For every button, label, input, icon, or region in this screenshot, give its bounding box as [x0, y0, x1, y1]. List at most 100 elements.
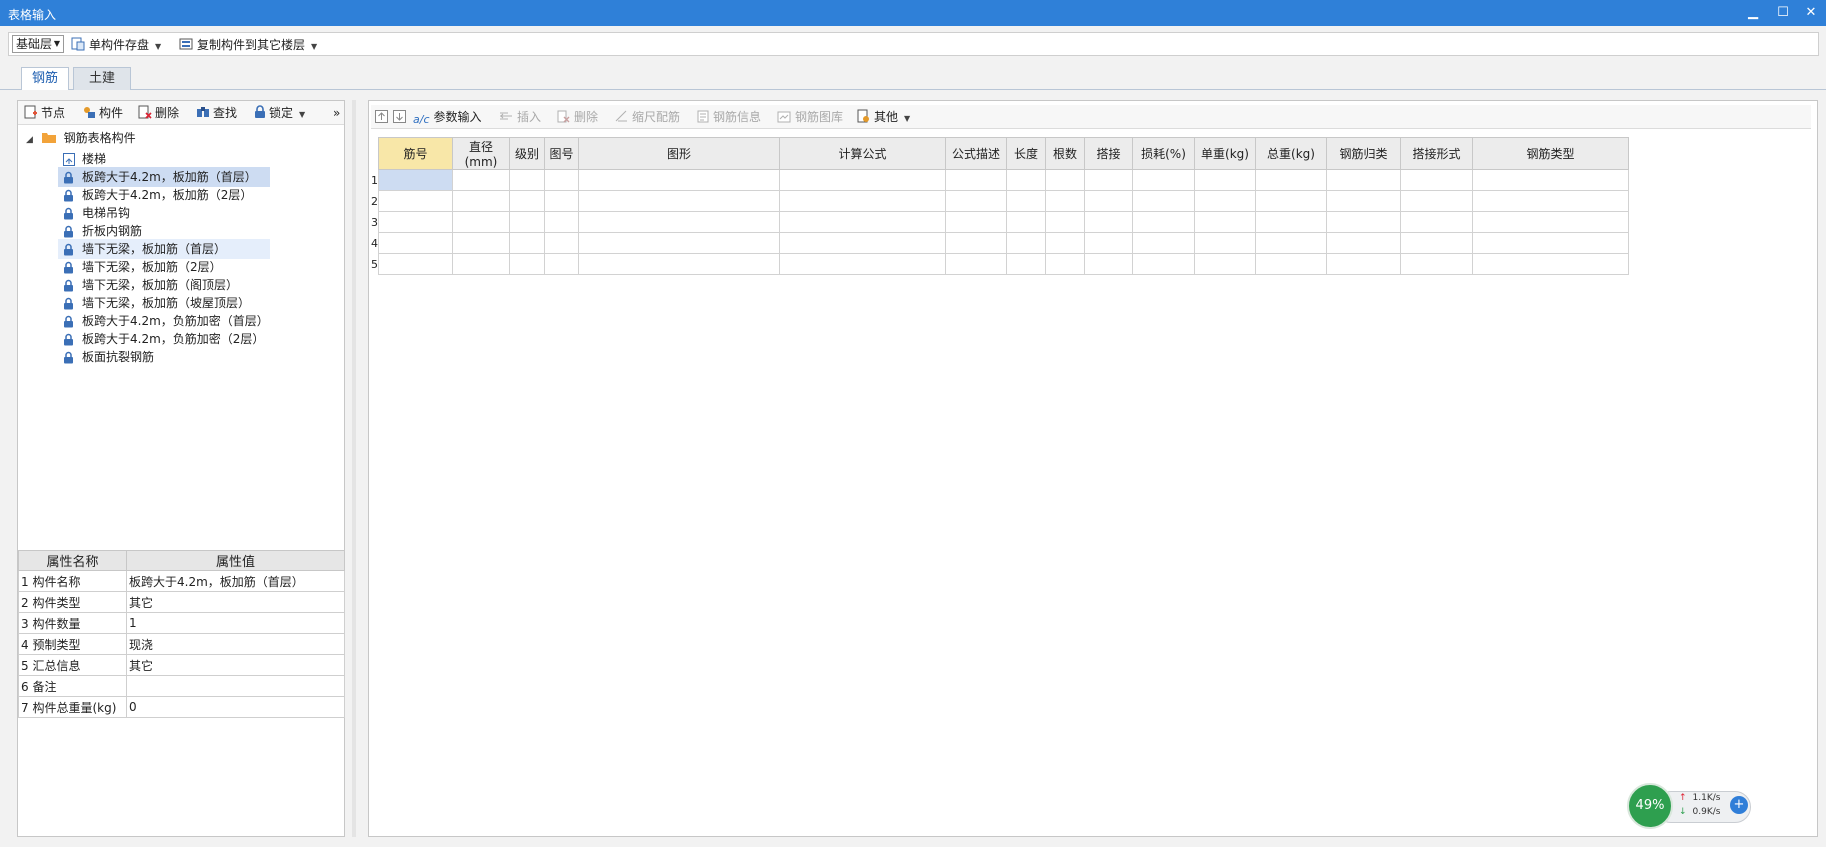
- tree-item[interactable]: 墙下无梁，板加筋（首层）: [58, 239, 270, 259]
- delete-button[interactable]: 删除: [138, 104, 179, 122]
- table-cell[interactable]: [945, 169, 1007, 191]
- rebar-library-button[interactable]: 钢筋图库: [777, 108, 843, 126]
- tree-item[interactable]: 电梯吊钩: [58, 203, 270, 223]
- table-cell[interactable]: [544, 211, 579, 233]
- table-row[interactable]: 4: [371, 232, 1629, 254]
- property-value[interactable]: [126, 675, 345, 697]
- col-header[interactable]: 单重(kg): [1194, 137, 1256, 170]
- table-cell[interactable]: [1472, 253, 1629, 275]
- table-cell[interactable]: [378, 253, 453, 275]
- tree-item[interactable]: 墙下无梁，板加筋（坡屋顶层）: [58, 293, 270, 313]
- more-button[interactable]: »: [333, 104, 340, 122]
- component-button[interactable]: 构件: [82, 104, 123, 122]
- dropdown-arrow-icon[interactable]: ▼: [904, 114, 910, 123]
- table-cell[interactable]: [1132, 253, 1195, 275]
- tab-civil[interactable]: 土建: [73, 67, 131, 90]
- minimize-button[interactable]: ▁: [1743, 4, 1763, 22]
- floor-select[interactable]: 基础层 ▼: [12, 35, 64, 53]
- tree-item[interactable]: 墙下无梁，板加筋（2层）: [58, 257, 270, 277]
- table-cell[interactable]: [578, 253, 780, 275]
- table-cell[interactable]: [509, 253, 545, 275]
- property-row[interactable]: 7 构件总重量(kg) 0: [18, 696, 345, 718]
- col-header[interactable]: 搭接形式: [1400, 137, 1473, 170]
- table-cell[interactable]: [1045, 232, 1085, 254]
- maximize-button[interactable]: ☐: [1773, 4, 1793, 22]
- table-cell[interactable]: [544, 232, 579, 254]
- col-header[interactable]: 根数: [1045, 137, 1085, 170]
- table-cell[interactable]: [1194, 169, 1256, 191]
- table-cell[interactable]: [1400, 169, 1473, 191]
- col-header[interactable]: 图形: [578, 137, 780, 170]
- col-header[interactable]: 计算公式: [779, 137, 946, 170]
- table-cell[interactable]: [945, 232, 1007, 254]
- table-cell[interactable]: [1084, 169, 1133, 191]
- table-cell[interactable]: [378, 211, 453, 233]
- col-header[interactable]: 长度: [1006, 137, 1046, 170]
- table-cell[interactable]: [452, 253, 510, 275]
- table-cell[interactable]: [1472, 169, 1629, 191]
- network-monitor-widget[interactable]: ↑ 1.1K/s ↓ 0.9K/s 49% +: [1627, 783, 1751, 829]
- table-cell[interactable]: [1255, 232, 1327, 254]
- insert-button[interactable]: 插入: [499, 108, 541, 126]
- tree-item[interactable]: 板跨大于4.2m，负筋加密（首层）: [58, 311, 270, 331]
- property-value[interactable]: 1: [126, 612, 345, 634]
- move-up-button[interactable]: [375, 108, 392, 126]
- table-cell[interactable]: [1255, 169, 1327, 191]
- table-cell[interactable]: [1472, 232, 1629, 254]
- table-cell[interactable]: [1400, 232, 1473, 254]
- tree-item[interactable]: 折板内钢筋: [58, 221, 270, 241]
- tree-item-stairs[interactable]: 楼梯: [58, 149, 270, 169]
- table-cell[interactable]: [1045, 211, 1085, 233]
- close-button[interactable]: ✕: [1801, 4, 1821, 22]
- memory-usage-ball[interactable]: 49%: [1627, 783, 1673, 829]
- table-cell[interactable]: [779, 190, 946, 212]
- lock-button[interactable]: 锁定 ▼: [254, 104, 305, 122]
- table-cell[interactable]: [1194, 253, 1256, 275]
- tree-item[interactable]: 板面抗裂钢筋: [58, 347, 270, 367]
- property-row[interactable]: 6 备注: [18, 675, 345, 697]
- table-cell[interactable]: [1326, 169, 1401, 191]
- table-cell[interactable]: [378, 232, 453, 254]
- table-cell[interactable]: [1132, 190, 1195, 212]
- table-cell[interactable]: [779, 169, 946, 191]
- property-row[interactable]: 4 预制类型 现浇: [18, 633, 345, 655]
- table-row[interactable]: 2: [371, 190, 1629, 212]
- table-cell[interactable]: [378, 190, 453, 212]
- table-cell[interactable]: [544, 190, 579, 212]
- table-cell[interactable]: [1132, 169, 1195, 191]
- property-row[interactable]: 5 汇总信息 其它: [18, 654, 345, 676]
- table-cell[interactable]: [1255, 190, 1327, 212]
- table-cell[interactable]: [1472, 211, 1629, 233]
- table-cell[interactable]: [578, 169, 780, 191]
- table-cell[interactable]: [1045, 169, 1085, 191]
- table-cell[interactable]: [1326, 232, 1401, 254]
- col-header[interactable]: 总重(kg): [1255, 137, 1327, 170]
- tree-item[interactable]: 板跨大于4.2m，板加筋（2层）: [58, 185, 270, 205]
- property-value[interactable]: 0: [126, 696, 345, 718]
- col-header[interactable]: 搭接: [1084, 137, 1133, 170]
- table-cell[interactable]: [1045, 253, 1085, 275]
- table-cell[interactable]: [544, 169, 579, 191]
- property-value[interactable]: 其它: [126, 654, 345, 676]
- col-header[interactable]: 直径(mm): [452, 137, 510, 170]
- table-cell[interactable]: [578, 190, 780, 212]
- property-row[interactable]: 3 构件数量 1: [18, 612, 345, 634]
- table-cell[interactable]: [945, 211, 1007, 233]
- table-cell[interactable]: [452, 169, 510, 191]
- table-cell[interactable]: [1084, 190, 1133, 212]
- table-cell[interactable]: [1045, 190, 1085, 212]
- table-cell[interactable]: [509, 169, 545, 191]
- table-cell[interactable]: [1006, 211, 1046, 233]
- dropdown-arrow-icon[interactable]: ▼: [155, 42, 161, 51]
- plus-icon[interactable]: +: [1730, 796, 1748, 814]
- table-cell[interactable]: [1400, 190, 1473, 212]
- col-header[interactable]: 公式描述: [945, 137, 1007, 170]
- property-row[interactable]: 2 构件类型 其它: [18, 591, 345, 613]
- param-input-button[interactable]: a/c 参数输入: [413, 108, 482, 126]
- table-cell[interactable]: [1326, 211, 1401, 233]
- table-cell[interactable]: [945, 190, 1007, 212]
- copy-to-floor-button[interactable]: 复制构件到其它楼层 ▼: [179, 36, 317, 54]
- table-cell[interactable]: [578, 232, 780, 254]
- table-row[interactable]: 3: [371, 211, 1629, 233]
- scale-rebar-button[interactable]: 缩尺配筋: [615, 108, 680, 126]
